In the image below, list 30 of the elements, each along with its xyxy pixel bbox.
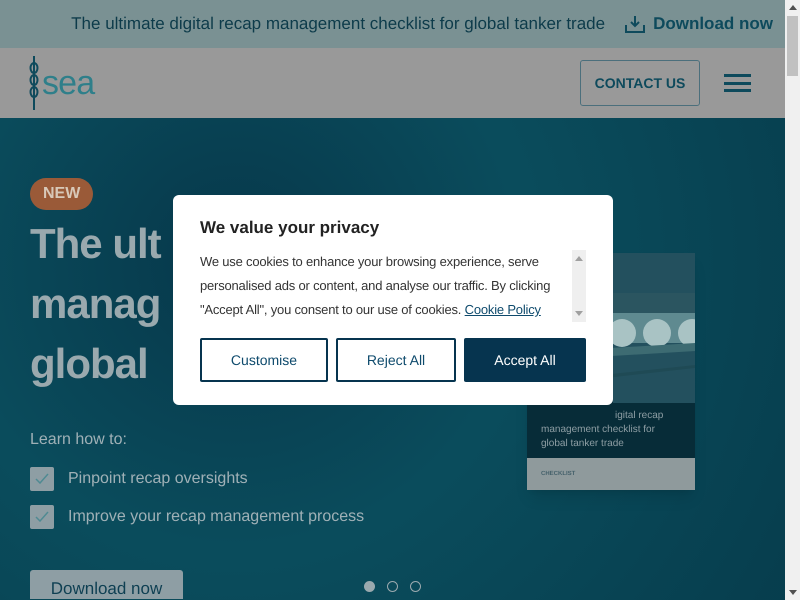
scroll-up-icon [788,5,796,10]
headline-line: global [30,339,148,389]
cookie-text: We use cookies to enhance your browsing experience, serve personalised ads or content, and analyse our traffic. By clicking "Accept All", you consent to our use of cookies. Cookie Policy [200,253,552,319]
text-scrollbar[interactable] [572,250,586,322]
check-icon [35,511,49,523]
banner-text: The ultimate digital recap management checklist for global tanker trade [71,13,606,36]
scroll-up-icon [575,256,583,261]
headline-line: manag [30,279,160,329]
dialog-title: We value your privacy [200,217,380,239]
point-text: Pinpoint recap oversights [68,469,248,489]
check-icon [35,473,49,485]
chain-icon [29,56,39,110]
scroll-thumb[interactable] [787,16,798,76]
download-icon [625,15,646,33]
dialog-button[interactable]: Customise [200,338,328,382]
cover-title: igital recap [615,409,664,423]
cover-title: global tanker trade [541,437,624,451]
headline-line: The ult [30,219,161,269]
cookie-policy-link[interactable]: Cookie Policy [464,302,541,317]
scroll-down-icon [788,590,796,595]
scrollbar[interactable] [785,0,800,600]
cover-title: management checklist for [541,423,655,437]
new-badge: NEW [30,178,94,210]
dialog-button[interactable]: Reject All [336,338,456,382]
accept-button[interactable]: Accept All [464,338,586,382]
download-button[interactable]: Download now [30,570,183,599]
menu-icon[interactable] [724,74,751,92]
point-text: Improve your recap management process [68,507,364,527]
scroll-down-icon [575,311,583,316]
intro-text: Learn how to: [30,430,128,450]
